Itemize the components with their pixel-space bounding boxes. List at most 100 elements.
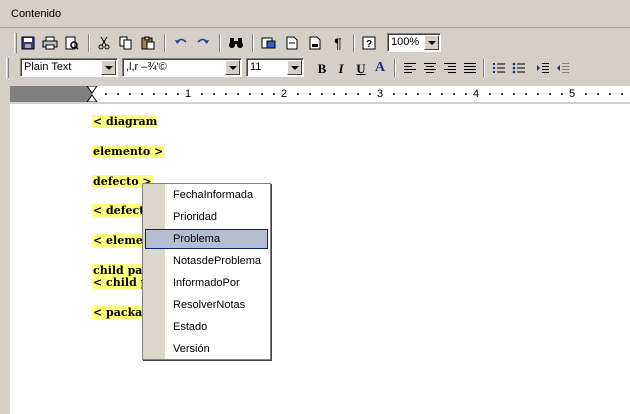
formatting-toolbar: Plain Text ,l,r –¾'© 11 B I U A bbox=[6, 56, 576, 80]
justify-button[interactable] bbox=[460, 58, 480, 78]
menu-item-problema[interactable]: Problema bbox=[145, 229, 268, 249]
redo-icon bbox=[197, 38, 209, 44]
toolbar-separator bbox=[252, 34, 254, 52]
help-button[interactable]: ? bbox=[359, 33, 379, 53]
show-formatting-button[interactable]: ¶ bbox=[328, 33, 348, 53]
font-value: ,l,r –¾'© bbox=[126, 61, 167, 73]
ruler-ticks bbox=[100, 93, 630, 95]
print-preview-button[interactable] bbox=[62, 33, 82, 53]
toolbar-separator bbox=[164, 34, 166, 52]
menu-item-label: Prioridad bbox=[173, 211, 218, 223]
style-dropdown-arrow-icon[interactable] bbox=[101, 60, 116, 75]
menu-item-estado[interactable]: Estado bbox=[145, 317, 268, 337]
ruler-label: 1 bbox=[184, 88, 193, 100]
document-area[interactable]: < diagram elemento > defecto > < defecto… bbox=[10, 104, 630, 414]
ruler-label: 5 bbox=[568, 88, 577, 100]
document-line[interactable]: < diagram bbox=[92, 115, 159, 128]
bullet-list-icon bbox=[512, 62, 525, 74]
menu-item-resolvernotas[interactable]: ResolverNotas bbox=[145, 295, 268, 315]
font-size-dropdown-arrow-icon[interactable] bbox=[287, 60, 302, 75]
increase-indent-button[interactable] bbox=[533, 58, 553, 78]
menu-item-fechainformada[interactable]: FechaInformada bbox=[145, 185, 268, 205]
italic-button[interactable]: I bbox=[331, 58, 351, 78]
undo-icon bbox=[175, 38, 187, 44]
font-color-button[interactable]: A bbox=[370, 58, 390, 78]
font-size-value: 11 bbox=[250, 61, 262, 73]
toolbar-grip[interactable] bbox=[14, 33, 17, 53]
paste-icon bbox=[141, 36, 155, 50]
svg-text:?: ? bbox=[366, 39, 372, 50]
menu-item-label: Problema bbox=[173, 233, 221, 245]
menu-item-label: ResolverNotas bbox=[173, 299, 246, 311]
align-right-icon bbox=[444, 63, 456, 73]
style-value: Plain Text bbox=[24, 61, 72, 73]
print-preview-icon bbox=[65, 36, 79, 50]
toolbar-separator bbox=[88, 34, 90, 52]
menu-item-label: Versión bbox=[173, 343, 210, 355]
numbered-list-button[interactable] bbox=[489, 58, 509, 78]
font-select[interactable]: ,l,r –¾'© bbox=[122, 58, 242, 77]
decrease-indent-icon bbox=[557, 63, 569, 73]
font-dropdown-arrow-icon[interactable] bbox=[225, 60, 240, 75]
align-center-button[interactable] bbox=[420, 58, 440, 78]
find-button[interactable] bbox=[226, 33, 246, 53]
ruler[interactable]: 1 2 3 4 5 bbox=[10, 86, 630, 102]
document-line[interactable]: elemento > bbox=[92, 145, 165, 158]
page-break-icon bbox=[309, 36, 321, 50]
zoom-dropdown-arrow-icon[interactable] bbox=[424, 35, 439, 50]
page-button[interactable] bbox=[282, 33, 302, 53]
bullet-list-button[interactable] bbox=[509, 58, 529, 78]
menu-item-label: NotasdeProblema bbox=[173, 255, 262, 267]
ruler-label: 3 bbox=[376, 88, 385, 100]
justify-icon bbox=[464, 63, 476, 73]
help-icon: ? bbox=[362, 36, 376, 50]
bold-button[interactable]: B bbox=[312, 58, 332, 78]
toolbar-grip[interactable] bbox=[6, 58, 9, 78]
menu-item-label: FechaInformada bbox=[173, 189, 254, 201]
paste-button[interactable] bbox=[138, 33, 158, 53]
cut-button[interactable] bbox=[94, 33, 114, 53]
menu-item-label: InformadoPor bbox=[173, 277, 240, 289]
insert-field-button[interactable] bbox=[259, 33, 279, 53]
save-button[interactable] bbox=[18, 33, 38, 53]
standard-toolbar: ¶ ? 100% bbox=[14, 31, 454, 55]
window-title: Contenido bbox=[11, 8, 62, 20]
ruler-margin bbox=[10, 86, 92, 102]
decrease-indent-button[interactable] bbox=[553, 58, 573, 78]
font-size-select[interactable]: 11 bbox=[246, 58, 304, 77]
align-left-icon bbox=[404, 63, 416, 73]
align-left-button[interactable] bbox=[400, 58, 420, 78]
menu-item-prioridad[interactable]: Prioridad bbox=[145, 207, 268, 227]
redo-button[interactable] bbox=[193, 33, 213, 53]
align-right-button[interactable] bbox=[440, 58, 460, 78]
zoom-value: 100% bbox=[391, 36, 420, 48]
copy-button[interactable] bbox=[116, 33, 136, 53]
menu-item-notasdeproblema[interactable]: NotasdeProblema bbox=[145, 251, 268, 271]
binoculars-icon bbox=[229, 38, 243, 48]
cut-icon bbox=[98, 36, 110, 50]
toolbar-separator bbox=[353, 34, 355, 52]
increase-indent-icon bbox=[537, 63, 549, 73]
style-select[interactable]: Plain Text bbox=[20, 58, 118, 77]
save-icon bbox=[21, 36, 35, 50]
context-menu: FechaInformada Prioridad Problema Notasd… bbox=[142, 183, 271, 360]
zoom-select[interactable]: 100% bbox=[387, 33, 441, 52]
print-icon bbox=[42, 36, 58, 50]
undo-button[interactable] bbox=[171, 33, 191, 53]
menu-item-informadopor[interactable]: InformadoPor bbox=[145, 273, 268, 293]
toolbar-separator bbox=[219, 34, 221, 52]
ruler-label: 2 bbox=[280, 88, 289, 100]
indent-marker-icon[interactable] bbox=[86, 86, 98, 102]
print-button[interactable] bbox=[40, 33, 60, 53]
toolbar-separator bbox=[394, 59, 396, 77]
align-center-icon bbox=[424, 63, 436, 73]
copy-icon bbox=[119, 36, 132, 50]
page-break-button[interactable] bbox=[305, 33, 325, 53]
numbered-list-icon bbox=[493, 63, 505, 73]
insert-field-icon bbox=[261, 37, 276, 49]
underline-button[interactable]: U bbox=[351, 58, 371, 78]
page-icon bbox=[286, 36, 298, 50]
menu-item-version[interactable]: Versión bbox=[145, 339, 268, 359]
toolbar-separator bbox=[483, 59, 485, 77]
title-bar: Contenido bbox=[0, 0, 630, 28]
